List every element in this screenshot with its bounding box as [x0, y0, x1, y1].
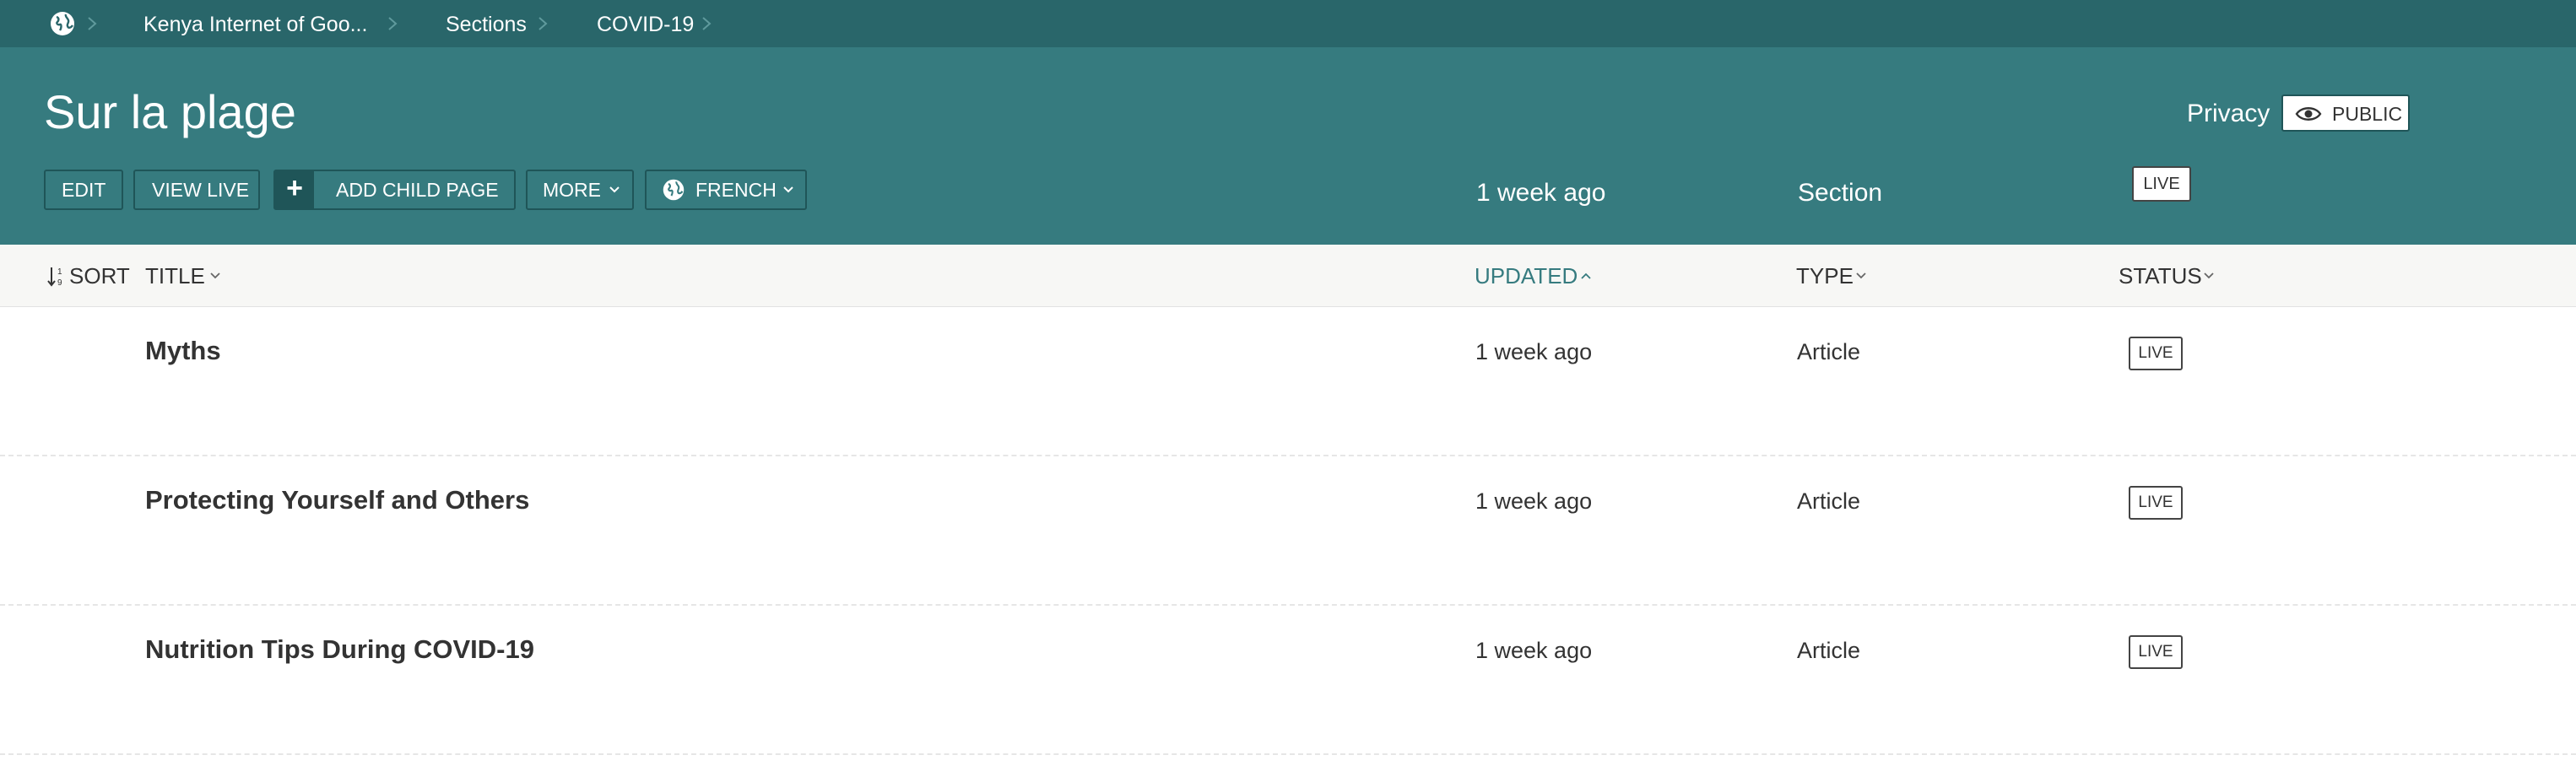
edit-button[interactable]: EDIT: [44, 170, 123, 210]
row-updated: 1 week ago: [1475, 638, 1593, 663]
add-child-page-button-label: ADD CHILD PAGE: [336, 179, 499, 201]
table-row[interactable]: Nutrition Tips During COVID-19 1 week ag…: [0, 606, 2576, 755]
view-live-button[interactable]: VIEW LIVE: [133, 170, 260, 210]
svg-text:1: 1: [57, 267, 62, 277]
breadcrumb-item-covid19[interactable]: COVID-19: [597, 0, 694, 47]
header-updated: 1 week ago: [1476, 179, 1606, 207]
status-column-header[interactable]: STATUS: [2119, 245, 2202, 307]
chevron-down-icon: [210, 272, 220, 279]
privacy-label: Privacy: [2187, 100, 2270, 127]
row-type: Article: [1797, 638, 1861, 663]
chevron-up-icon: [1581, 272, 1591, 279]
chevron-right-icon: [388, 17, 398, 30]
type-column-header[interactable]: TYPE: [1796, 245, 1854, 307]
table-row[interactable]: Myths 1 week ago Article LIVE: [0, 307, 2576, 456]
updated-column-header[interactable]: UPDATED: [1475, 245, 1578, 307]
sort-icon: 1 9: [47, 267, 62, 288]
row-updated: 1 week ago: [1475, 339, 1593, 364]
privacy-value: PUBLIC: [2332, 103, 2403, 125]
chevron-down-icon: [1856, 272, 1866, 279]
title-column-header[interactable]: TITLE: [145, 245, 205, 307]
more-dropdown-button[interactable]: MORE: [526, 170, 634, 210]
row-title-link[interactable]: Myths: [145, 336, 221, 366]
row-type: Article: [1797, 488, 1861, 514]
page-title: Sur la plage: [44, 85, 296, 138]
breadcrumb: Kenya Internet of Goo... Sections COVID-…: [0, 0, 2576, 47]
header-type: Section: [1798, 179, 1883, 207]
chevron-right-icon: [88, 17, 97, 30]
status-badge: LIVE: [2129, 337, 2183, 370]
language-button-label: FRENCH: [695, 179, 777, 201]
row-updated: 1 week ago: [1475, 488, 1593, 514]
language-dropdown-button[interactable]: FRENCH: [645, 170, 807, 210]
status-badge: LIVE: [2129, 486, 2183, 520]
add-child-page-button[interactable]: + ADD CHILD PAGE: [273, 170, 516, 210]
table-row[interactable]: Protecting Yourself and Others 1 week ag…: [0, 456, 2576, 606]
chevron-down-icon: [783, 186, 793, 193]
row-type: Article: [1797, 339, 1861, 364]
row-title-link[interactable]: Protecting Yourself and Others: [145, 485, 529, 515]
row-title-link[interactable]: Nutrition Tips During COVID-19: [145, 634, 534, 665]
breadcrumb-item-kenya[interactable]: Kenya Internet of Goo...: [143, 0, 367, 47]
view-live-button-label: VIEW LIVE: [152, 179, 250, 201]
plus-icon: +: [275, 171, 314, 208]
sort-column-button[interactable]: SORT: [69, 245, 130, 307]
breadcrumb-item-sections[interactable]: Sections: [446, 0, 527, 47]
chevron-down-icon: [2204, 272, 2214, 279]
chevron-right-icon: [702, 17, 712, 30]
more-button-label: MORE: [543, 179, 601, 201]
eye-icon: [2295, 107, 2322, 121]
edit-button-label: EDIT: [62, 179, 106, 201]
table-header: 1 9 SORT TITLE UPDATED TYPE STATUS: [0, 245, 2576, 307]
globe-icon: [663, 179, 685, 201]
globe-icon[interactable]: [49, 10, 76, 37]
status-badge: LIVE: [2132, 166, 2191, 202]
privacy-button[interactable]: PUBLIC: [2281, 94, 2410, 132]
svg-text:9: 9: [57, 278, 62, 288]
page-header: Sur la plage Privacy PUBLIC EDIT VIEW LI…: [0, 47, 2576, 245]
chevron-down-icon: [609, 186, 620, 193]
chevron-right-icon: [538, 17, 548, 30]
status-badge: LIVE: [2129, 635, 2183, 669]
